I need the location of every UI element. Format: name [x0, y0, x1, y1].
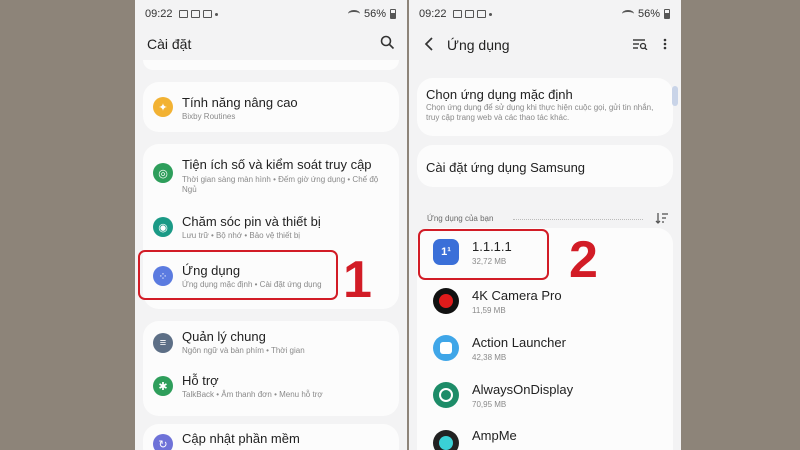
device-care-icon: ◉: [153, 217, 173, 237]
scrollbar[interactable]: [672, 86, 678, 106]
default-apps-title: Chọn ứng dụng mặc định: [426, 87, 573, 102]
dot-icon: [214, 12, 218, 16]
app-item-4k-camera[interactable]: 4K Camera Pro 11,59 MB: [417, 278, 673, 324]
settings-card: ≡ Quản lý chung Ngôn ngữ và bàn phím • T…: [143, 321, 399, 416]
clock-icon: [433, 382, 459, 408]
filter-search-icon[interactable]: [632, 38, 648, 50]
page-title: Ứng dụng: [447, 37, 510, 53]
app-item-action-launcher[interactable]: Action Launcher 42,38 MB: [417, 325, 673, 371]
wifi-icon: [621, 10, 634, 18]
settings-item-advanced[interactable]: ✦ Tính năng nâng cao Bixby Routines: [143, 82, 399, 132]
search-icon[interactable]: [380, 35, 395, 50]
status-bar: 09:22 56%: [409, 6, 681, 22]
samsung-settings-card[interactable]: Cài đặt ứng dụng Samsung: [417, 145, 673, 187]
app-item-always-on-display[interactable]: AlwaysOnDisplay 70,95 MB: [417, 372, 673, 418]
step-number-1: 1: [343, 251, 372, 309]
more-options-icon[interactable]: [663, 38, 667, 50]
status-bar: 09:22 56%: [135, 6, 407, 22]
settings-item-software-update[interactable]: ↻ Cập nhật phần mềm: [143, 424, 399, 450]
highlight-box-apps: [138, 250, 338, 300]
settings-item-battery-care[interactable]: ◉ Chăm sóc pin và thiết bị Lưu trữ • Bộ …: [143, 204, 399, 249]
settings-card-top: [143, 60, 399, 70]
play-icon: [202, 10, 212, 18]
image-icon: [190, 10, 200, 18]
settings-item-accessibility[interactable]: ✱ Hỗ trợ TalkBack • Âm thanh đơn • Menu …: [143, 366, 399, 411]
image-icon: [464, 10, 474, 18]
status-time: 09:22: [419, 8, 447, 20]
battery-icon: [664, 9, 670, 19]
accessibility-icon: ✱: [153, 376, 173, 396]
wifi-icon: [347, 10, 360, 18]
section-divider: [513, 219, 643, 220]
samsung-settings-title: Cài đặt ứng dụng Samsung: [426, 160, 586, 175]
app-item-ampme[interactable]: AmpMe: [417, 418, 673, 450]
settings-item-digital-wellbeing[interactable]: ◎ Tiện ích số và kiểm soát truy cập Thời…: [143, 144, 399, 204]
gear-plus-icon: ✦: [153, 97, 173, 117]
home-launcher-icon: [433, 335, 459, 361]
status-time: 09:22: [145, 8, 173, 20]
battery-icon: [390, 9, 396, 19]
step-number-2: 2: [569, 231, 598, 289]
settings-item-general[interactable]: ≡ Quản lý chung Ngôn ngữ và bàn phím • T…: [143, 321, 399, 366]
apps-screen: 09:22 56% Ứng dụng Chọn ứng dụng mặc địn…: [409, 0, 681, 450]
default-apps-card[interactable]: Chọn ứng dụng mặc định Chọn ứng dụng để …: [417, 78, 673, 136]
highlight-box-1111: [418, 229, 549, 280]
update-icon: ↻: [153, 434, 173, 450]
camera-record-icon: [433, 288, 459, 314]
settings-screen: 09:22 56% Cài đặt ✦ Tính năng nâng cao B…: [135, 0, 407, 450]
speaker-icon: [433, 430, 459, 450]
play-icon: [476, 10, 486, 18]
back-arrow-icon[interactable]: [424, 37, 434, 51]
settings-card: ✦ Tính năng nâng cao Bixby Routines: [143, 82, 399, 132]
page-title: Cài đặt: [147, 36, 192, 52]
battery-percent: 56%: [637, 8, 660, 20]
dot-icon: [488, 12, 492, 16]
battery-percent: 56%: [363, 8, 386, 20]
settings-card: ↻ Cập nhật phần mềm: [143, 424, 399, 450]
wellbeing-icon: ◎: [153, 163, 173, 183]
section-label: Ứng dụng của bạn: [427, 214, 494, 223]
image-icon: [178, 10, 188, 18]
image-icon: [452, 10, 462, 18]
default-apps-desc: Chọn ứng dụng để sử dụng khi thực hiện c…: [426, 103, 654, 122]
sliders-icon: ≡: [153, 333, 173, 353]
sort-icon[interactable]: [655, 212, 669, 224]
